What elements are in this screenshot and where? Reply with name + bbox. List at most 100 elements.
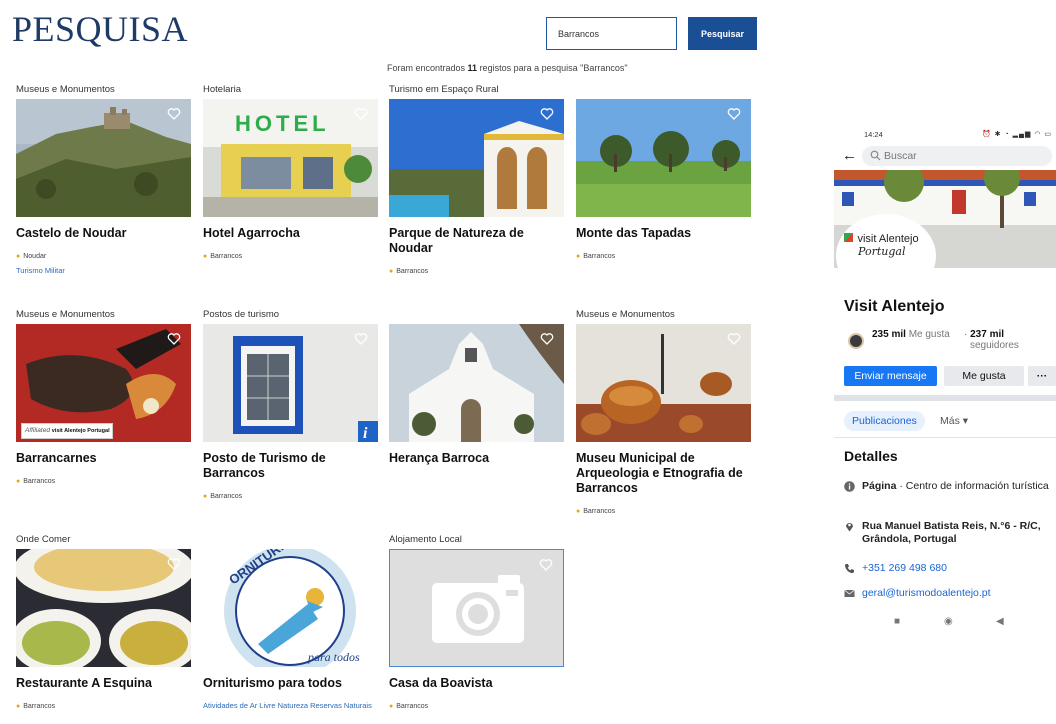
card-category: Museus e Monumentos — [576, 309, 675, 320]
favorite-heart-icon[interactable] — [540, 107, 554, 121]
android-recents-button[interactable]: ■ — [894, 616, 900, 627]
likes-value: 235 mil — [872, 329, 906, 340]
search-results-page: PESQUISA Pesquisar Foram encontrados 11 … — [0, 0, 780, 724]
card-location: ● Barrancos — [16, 703, 55, 710]
detail-phone: +351 269 498 680 — [862, 562, 947, 574]
card-location: ● Noudar — [16, 253, 46, 260]
likes-label: Me gusta — [908, 329, 950, 340]
card-photo[interactable] — [576, 99, 751, 217]
card-title[interactable]: Monte das Tapadas — [576, 226, 748, 241]
card-location: ● Barrancos — [389, 268, 428, 275]
tab-publicaciones[interactable]: Publicaciones — [844, 411, 925, 431]
card-location-text: Barrancos — [210, 493, 243, 500]
followers-label: seguidores — [970, 340, 1019, 351]
card-tags[interactable]: Atividades de Ar Livre Natureza Reservas… — [203, 701, 378, 711]
card-location: ● Barrancos — [389, 703, 428, 710]
info-icon — [844, 481, 855, 492]
favorite-heart-icon[interactable] — [167, 332, 181, 346]
location-pin-icon: ● — [389, 268, 394, 275]
favorite-heart-icon[interactable] — [727, 107, 741, 121]
favorite-heart-icon[interactable] — [539, 558, 553, 572]
location-pin-icon: ● — [389, 703, 394, 710]
camera-placeholder-icon — [390, 550, 563, 666]
android-home-button[interactable]: ◉ — [944, 616, 953, 627]
card-photo[interactable] — [389, 324, 564, 442]
card-photo[interactable] — [16, 549, 191, 667]
fb-search-input[interactable]: Buscar — [862, 146, 1052, 166]
card-location-text: Barrancos — [210, 253, 243, 260]
likes-avatar-icon — [848, 333, 864, 349]
hotel-sign-text: HOTEL — [235, 111, 330, 136]
facebook-mobile-page: 14:24 ⏰ ✱ ◔ ▂▄▆ ◠ ▭ ← Buscar visit Alent… — [834, 122, 1056, 642]
send-message-button[interactable]: Enviar mensaje — [844, 366, 937, 386]
card-location-text: Noudar — [23, 253, 47, 260]
tabs-separator — [834, 437, 1056, 438]
summary-suffix: registos para a pesquisa "Barrancos" — [477, 63, 628, 73]
affiliate-badge-text: Affiliated — [25, 427, 50, 434]
card-title[interactable]: Orniturismo para todos — [203, 676, 375, 691]
envelope-icon — [844, 589, 855, 597]
favorite-heart-icon[interactable] — [354, 332, 368, 346]
card-title[interactable]: Restaurante A Esquina — [16, 676, 188, 691]
tab-more-dropdown[interactable]: Más ▾ — [940, 411, 968, 431]
fb-followers-count[interactable]: · 237 mil seguidores — [964, 329, 1019, 351]
card-photo[interactable] — [389, 99, 564, 217]
card-category: Museus e Monumentos — [16, 309, 115, 320]
fb-likes-count[interactable]: 235 mil Me gusta — [872, 329, 950, 340]
card-location-text: Barrancos — [23, 478, 56, 485]
card-location: ● Barrancos — [576, 508, 615, 515]
more-options-button[interactable]: ··· — [1028, 366, 1056, 386]
favorite-heart-icon[interactable] — [540, 332, 554, 346]
summary-prefix: Foram encontrados — [387, 63, 468, 73]
brand-flag-icon — [844, 233, 853, 243]
card-photo[interactable]: i — [203, 324, 378, 442]
card-location: ● Barrancos — [16, 478, 55, 485]
card-location-text: Barrancos — [396, 703, 429, 710]
fb-profile-avatar[interactable]: visit Alentejo Portugal — [836, 212, 936, 298]
detail-email: geral@turismodoalentejo.pt — [862, 587, 991, 599]
card-location-text: Barrancos — [396, 268, 429, 275]
card-location-text: Barrancos — [23, 703, 56, 710]
favorite-heart-icon[interactable] — [727, 332, 741, 346]
details-heading: Detalles — [844, 448, 898, 464]
favorite-heart-icon[interactable] — [167, 107, 181, 121]
card-photo[interactable] — [16, 99, 191, 217]
card-location-text: Barrancos — [583, 508, 616, 515]
like-page-button[interactable]: Me gusta — [944, 366, 1024, 386]
card-title[interactable]: Herança Barroca — [389, 451, 561, 466]
card-title[interactable]: Barrancarnes — [16, 451, 188, 466]
card-location: ● Barrancos — [576, 253, 615, 260]
card-photo[interactable]: Affiliated visit Alentejo Portugal — [16, 324, 191, 442]
card-title[interactable]: Castelo de Noudar — [16, 226, 188, 241]
back-arrow-icon[interactable]: ← — [842, 147, 857, 164]
section-divider — [834, 395, 1056, 401]
card-photo[interactable]: ORNITURISMO para todos — [203, 549, 378, 667]
affiliate-badge: Affiliated visit Alentejo Portugal — [21, 423, 113, 439]
card-title[interactable]: Casa da Boavista — [389, 676, 561, 691]
search-input[interactable] — [546, 17, 677, 50]
search-button[interactable]: Pesquisar — [688, 17, 757, 50]
card-category: Postos de turismo — [203, 309, 280, 320]
detail-category-bold: Página — [862, 480, 897, 492]
location-pin-icon: ● — [16, 253, 21, 260]
location-pin-icon — [846, 523, 853, 532]
visit-alentejo-logo-line2: Portugal — [858, 245, 906, 258]
favorite-heart-icon[interactable] — [354, 107, 368, 121]
location-pin-icon: ● — [203, 493, 208, 500]
card-title[interactable]: Museu Municipal de Arqueologia e Etnogra… — [576, 451, 748, 496]
card-title[interactable]: Posto de Turismo de Barrancos — [203, 451, 375, 481]
favorite-heart-icon[interactable] — [167, 557, 181, 571]
location-pin-icon: ● — [576, 253, 581, 260]
card-tags[interactable]: Turismo Militar — [16, 266, 191, 276]
card-title[interactable]: Parque de Natureza de Noudar — [389, 226, 561, 256]
card-photo[interactable]: HOTEL — [203, 99, 378, 217]
android-back-button[interactable]: ◀ — [996, 616, 1004, 627]
orniturismo-logo-sub: para todos — [307, 650, 360, 664]
card-photo[interactable] — [576, 324, 751, 442]
detail-category-rest: · Centro de información turística — [896, 480, 1049, 492]
status-bar-icons: ⏰ ✱ ◔ ▂▄▆ ◠ ▭ — [982, 131, 1052, 138]
status-bar-time: 14:24 — [864, 130, 883, 139]
card-title[interactable]: Hotel Agarrocha — [203, 226, 375, 241]
card-photo-placeholder[interactable] — [389, 549, 564, 667]
visit-alentejo-logo: visit Alentejo Portugal — [844, 232, 934, 257]
